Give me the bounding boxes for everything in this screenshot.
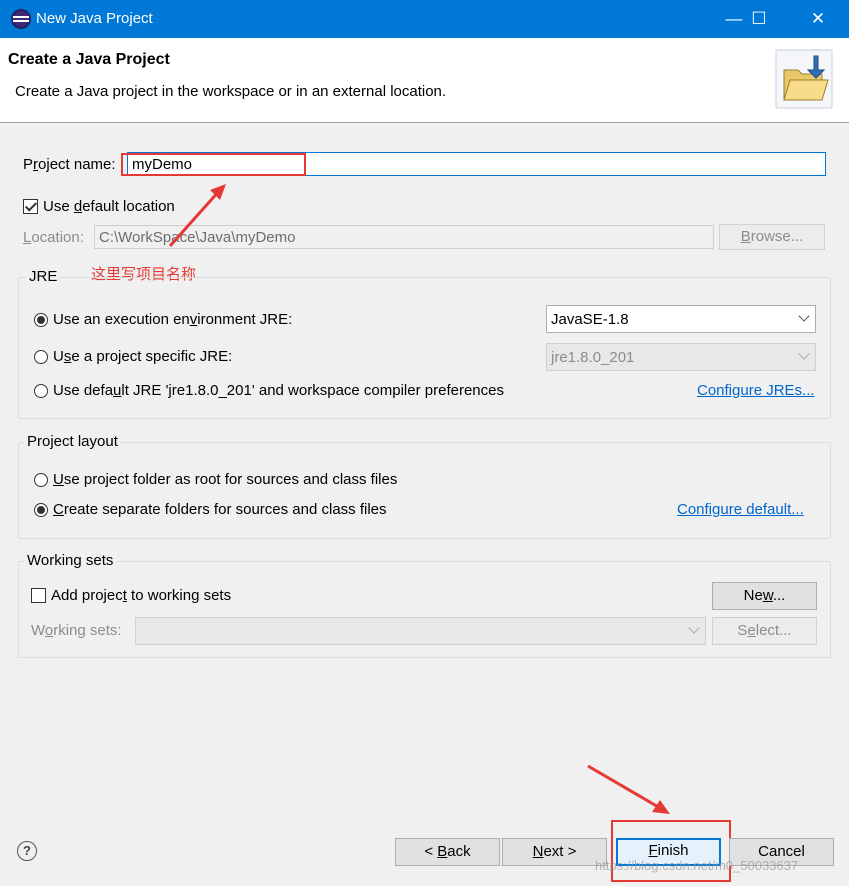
radio-project-folder-root[interactable]	[34, 473, 48, 487]
default-jre-label: Use default JRE 'jre1.8.0_201' and works…	[53, 382, 504, 399]
configure-default-link[interactable]: Configure default...	[677, 501, 804, 518]
title-bar: New Java Project — ☐ ✕	[0, 0, 849, 38]
radio-separate-folders[interactable]	[34, 503, 48, 517]
wizard-header: Create a Java Project Create a Java proj…	[0, 38, 849, 123]
separate-folders-label: Create separate folders for sources and …	[53, 501, 387, 518]
page-description: Create a Java project in the workspace o…	[15, 83, 447, 100]
watermark-text: https://blog.csdn.net/m0_50033637	[595, 858, 799, 873]
new-project-folder-icon	[775, 49, 833, 109]
project-layout-group-title: Project layout	[24, 433, 121, 450]
location-label: Location:	[23, 229, 84, 246]
new-working-set-button[interactable]: New...	[712, 582, 817, 610]
configure-jres-link[interactable]: Configure JREs...	[697, 382, 815, 399]
working-sets-label: Working sets:	[31, 622, 122, 639]
working-sets-select	[135, 617, 706, 645]
radio-default-jre[interactable]	[34, 384, 48, 398]
eclipse-icon	[11, 9, 31, 29]
chevron-down-icon	[688, 622, 700, 634]
help-icon[interactable]: ?	[17, 841, 37, 861]
window-title: New Java Project	[36, 10, 153, 27]
project-specific-jre-value: jre1.8.0_201	[551, 349, 635, 366]
close-button[interactable]: ✕	[795, 0, 841, 38]
use-default-location-checkbox[interactable]	[23, 199, 38, 214]
chevron-down-icon	[798, 310, 810, 322]
maximize-button[interactable]: ☐	[736, 0, 782, 38]
back-button[interactable]: < Back	[395, 838, 500, 866]
use-default-location-label: Use default location	[43, 198, 175, 215]
working-sets-group-title: Working sets	[24, 552, 117, 569]
project-name-label: Project name:	[23, 156, 116, 173]
highlight-box-project-name	[121, 153, 306, 176]
jre-group-title: JRE	[26, 268, 61, 285]
browse-button: Browse...	[719, 224, 825, 250]
annotation-arrow-icon	[168, 184, 226, 247]
add-to-working-sets-label: Add project to working sets	[51, 587, 232, 604]
project-specific-jre-select: jre1.8.0_201	[546, 343, 816, 371]
project-layout-group	[18, 442, 831, 539]
project-specific-jre-label: Use a project specific JRE:	[53, 348, 233, 365]
execution-environment-value: JavaSE-1.8	[551, 311, 629, 328]
execution-environment-select[interactable]: JavaSE-1.8	[546, 305, 816, 333]
execution-environment-label: Use an execution environment JRE:	[53, 311, 293, 328]
select-working-sets-button: Select...	[712, 617, 817, 645]
project-folder-root-label: Use project folder as root for sources a…	[53, 471, 398, 488]
radio-execution-environment[interactable]	[34, 313, 48, 327]
chevron-down-icon	[798, 348, 810, 360]
radio-project-specific-jre[interactable]	[34, 350, 48, 364]
next-button[interactable]: Next >	[502, 838, 607, 866]
add-to-working-sets-checkbox[interactable]	[31, 588, 46, 603]
annotation-arrow-icon	[587, 764, 670, 814]
page-title: Create a Java Project	[8, 51, 170, 68]
